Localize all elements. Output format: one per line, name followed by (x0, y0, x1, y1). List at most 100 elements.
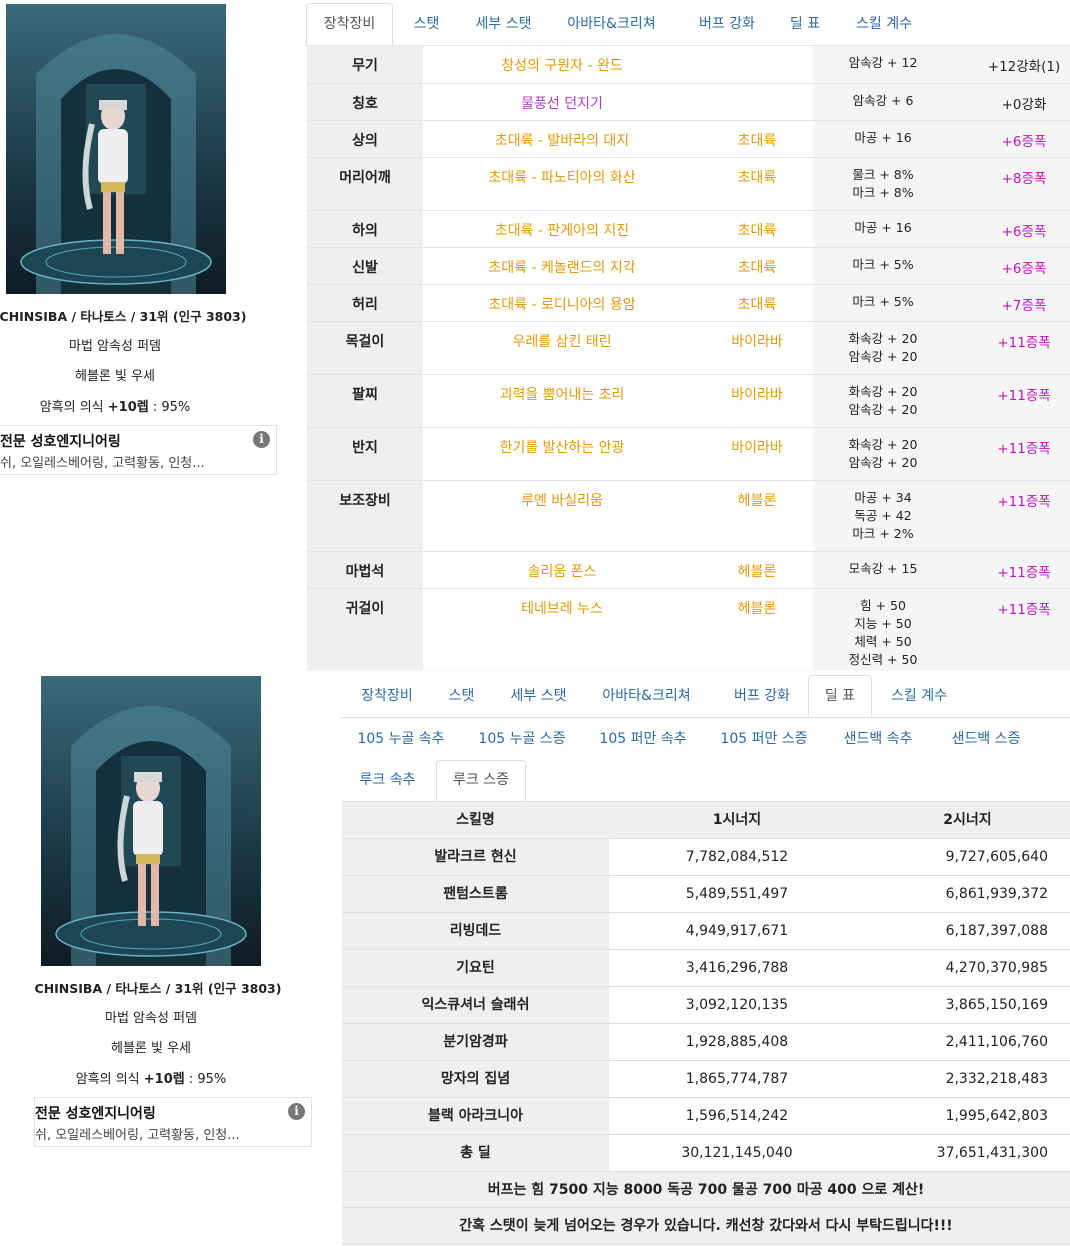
equipment-row: 귀걸이 테네브레 누스 헤블론 힘 + 50 지능 + 50 체력 + 50 정신력 + 5… (307, 588, 1070, 670)
tab-detail-stats[interactable]: 세부 스탯 (463, 3, 544, 45)
dps-table-row: 리빙데드 4,949,917,671 6,187,397,088 (342, 913, 1070, 950)
equipment-stat-line: 화속강 + 20 (848, 331, 918, 346)
enchant-info-box[interactable]: 전문 성호엔지니어링 쉬, 오일레스베어링, 고력황동, 인청... i (34, 1097, 312, 1147)
subtab-sandbag-skill[interactable]: 샌드백 스증 (942, 719, 1030, 759)
subtab-105-perman-skill[interactable]: 105 퍼만 스증 (713, 719, 815, 759)
equipment-item-name[interactable]: 초대륙 - 로디니아의 용암 (423, 294, 701, 314)
equipment-row: 보조장비 루멘 바실리움 헤블론 마공 + 34 독공 + 42 마크 + 2% +11증폭 (307, 480, 1070, 551)
tab-dps-table[interactable]: 딜 표 (780, 3, 830, 45)
character-awaken-line: 암흑의 의식 +10렙 : 95% (0, 396, 230, 415)
enchant-info-box[interactable]: 전문 성호엔지니어링 쉬, 오일레스베어링, 고력황동, 인청... i (0, 425, 277, 475)
equipment-row: 무기 창성의 구원자 - 완드 암속강 + 12 +12강화(1) (307, 45, 1070, 83)
equipment-item-name[interactable]: 초대륙 - 케놀랜드의 지각 (423, 257, 701, 277)
tab-buff-enhance[interactable]: 버프 강화 (722, 675, 802, 717)
dps-skill-name: 팬텀스트롬 (342, 876, 609, 912)
equipment-row: 신발 초대륙 - 케놀랜드의 지각 초대륙 마크 + 5% +6증폭 (307, 247, 1070, 284)
tab-dps-table[interactable]: 딜 표 (808, 675, 872, 717)
equipment-stat-line: 체력 + 50 (854, 634, 912, 649)
dps-synergy-2-value: 1,995,642,803 (945, 1108, 1048, 1124)
equipment-item-name[interactable]: 한기를 발산하는 안광 (423, 437, 701, 457)
equipment-item-name[interactable]: 초대륙 - 판게아의 지진 (423, 220, 701, 240)
dps-skill-name: 발라크르 현신 (342, 839, 609, 875)
equipment-stat-line: 물크 + 8% (852, 167, 914, 182)
tab-avatar-creature[interactable]: 아바타&크리쳐 (593, 675, 700, 717)
tab-buff-enhance[interactable]: 버프 강화 (687, 3, 767, 45)
tab-skill-coef[interactable]: 스킬 계수 (847, 3, 921, 45)
dps-synergy-1-value: 4,949,917,671 (685, 923, 789, 939)
tab-detail-stats[interactable]: 세부 스탯 (498, 675, 579, 717)
dps-synergy-1-value: 7,782,084,512 (685, 849, 789, 865)
equipment-item-name[interactable]: 테네브레 누스 (423, 598, 701, 618)
equipment-row: 칭호 물풍선 던지기 암속강 + 6 +0강화 (307, 83, 1070, 120)
dps-skill-name: 블랙 아라크니아 (342, 1098, 609, 1134)
subtab-105-perman-element[interactable]: 105 퍼만 속추 (592, 719, 694, 759)
subtab-luke-skill[interactable]: 루크 스증 (436, 760, 526, 801)
equipment-stats: 마공 + 16 (813, 219, 953, 237)
equipment-stats: 마공 + 34 독공 + 42 마크 + 2% (813, 489, 953, 543)
dps-synergy-2-value: 2,411,106,760 (945, 1034, 1048, 1050)
equipment-enhance-level: +6증폭 (1001, 224, 1047, 240)
equipment-item-name[interactable]: 솔리움 폰스 (423, 561, 701, 581)
equipment-row: 팔찌 괴력을 뿜어내는 초리 바이라바 화속강 + 20 암속강 + 20 +11증폭 (307, 374, 1070, 427)
equipment-slot: 상의 (307, 121, 423, 157)
equipment-stats: 화속강 + 20 암속강 + 20 (813, 330, 953, 366)
equipment-row: 목걸이 우레를 삼킨 태린 바이라바 화속강 + 20 암속강 + 20 +11증폭 (307, 321, 1070, 374)
equipment-stat-line: 화속강 + 20 (848, 437, 918, 452)
tab-stats[interactable]: 스탯 (399, 3, 454, 45)
subtab-sandbag-element[interactable]: 샌드백 속추 (834, 719, 922, 759)
equipment-stat-line: 마크 + 8% (852, 185, 914, 200)
tab-skill-coef[interactable]: 스킬 계수 (882, 675, 956, 717)
equipment-table: 무기 창성의 구원자 - 완드 암속강 + 12 +12강화(1) 칭호 물풍선 던지기 암… (307, 45, 1070, 671)
equipment-item-name[interactable]: 초대륙 - 발바라의 대지 (423, 130, 701, 150)
equipment-item-name[interactable]: 우레를 삼킨 태린 (423, 331, 701, 351)
character-set-line: 헤블론 빛 우세 (110, 1041, 192, 1056)
equipment-item-name[interactable]: 물풍선 던지기 (423, 93, 701, 113)
equipment-set-name: 헤블론 (737, 601, 777, 617)
tab-bar-top: 장착장비 스탯 세부 스탯 아바타&크리쳐 버프 강화 딜 표 스킬 계수 (306, 3, 1070, 46)
equipment-set-name: 초대륙 (737, 260, 777, 276)
equipment-stat-line: 마크 + 5% (852, 294, 914, 309)
dps-skill-name: 리빙데드 (342, 913, 609, 949)
tab-avatar-creature[interactable]: 아바타&크리쳐 (558, 3, 665, 45)
dps-header-cell: 2시너지 (865, 802, 1070, 838)
equipment-stat-line: 정신력 + 50 (848, 652, 918, 667)
equipment-enhance-level: +11증폭 (997, 388, 1051, 404)
equipment-stat-line: 마공 + 34 (854, 490, 912, 505)
dps-synergy-2-value: 6,187,397,088 (945, 923, 1048, 939)
equipment-slot: 머리어깨 (307, 158, 423, 210)
character-awaken-line: 암흑의 의식 +10렙 : 95% (36, 1068, 266, 1087)
tab-equipment[interactable]: 장착장비 (306, 3, 393, 45)
subtab-105-nugol-skill[interactable]: 105 누골 스증 (471, 719, 573, 759)
equipment-stat-line: 암속강 + 6 (852, 93, 914, 108)
dps-skill-name: 총 딜 (342, 1135, 609, 1171)
equipment-slot: 팔찌 (307, 375, 423, 427)
equipment-stat-line: 지능 + 50 (854, 616, 912, 631)
equipment-row: 마법석 솔리움 폰스 헤블론 모속강 + 15 +11증폭 (307, 551, 1070, 588)
dps-table-row: 발라크르 현신 7,782,084,512 9,727,605,640 (342, 839, 1070, 876)
equipment-stat-line: 암속강 + 20 (848, 349, 918, 364)
info-icon[interactable]: i (253, 431, 270, 448)
dps-synergy-2-value: 6,861,939,372 (945, 886, 1048, 902)
equipment-stat-line: 마공 + 16 (854, 130, 912, 145)
dps-total-row: 총 딜 30,121,145,040 37,651,431,300 (342, 1135, 1070, 1172)
equipment-stats: 물크 + 8% 마크 + 8% (813, 166, 953, 202)
dps-synergy-2-value: 4,270,370,985 (945, 960, 1048, 976)
equipment-item-name[interactable]: 루멘 바실리움 (423, 490, 701, 510)
subtab-luke-element[interactable]: 루크 속추 (350, 760, 425, 800)
dps-table-row: 팬텀스트롬 5,489,551,497 6,861,939,372 (342, 876, 1070, 913)
equipment-item-name[interactable]: 초대륙 - 파노티아의 화산 (423, 167, 701, 187)
subtab-105-nugol-element[interactable]: 105 누골 속추 (350, 719, 452, 759)
tab-stats[interactable]: 스탯 (434, 675, 489, 717)
tab-equipment[interactable]: 장착장비 (347, 675, 427, 717)
equipment-item-name[interactable]: 창성의 구원자 - 완드 (423, 55, 701, 75)
equipment-stat-line: 암속강 + 20 (848, 455, 918, 470)
dps-table-row: 블랙 아라크니아 1,596,514,242 1,995,642,803 (342, 1098, 1070, 1135)
equipment-item-name[interactable]: 괴력을 뿜어내는 초리 (423, 384, 701, 404)
equipment-stat-line: 모속강 + 15 (848, 561, 918, 576)
equipment-stats: 모속강 + 15 (813, 560, 953, 578)
equipment-enhance-level: +11증폭 (997, 335, 1051, 351)
info-icon[interactable]: i (288, 1103, 305, 1120)
dps-synergy-1-value: 1,865,774,787 (685, 1071, 789, 1087)
character-job: 마법 암속성 퍼뎀 (105, 1011, 197, 1026)
enchant-info-subtitle: 쉬, 오일레스베어링, 고력황동, 인청... (0, 456, 205, 471)
